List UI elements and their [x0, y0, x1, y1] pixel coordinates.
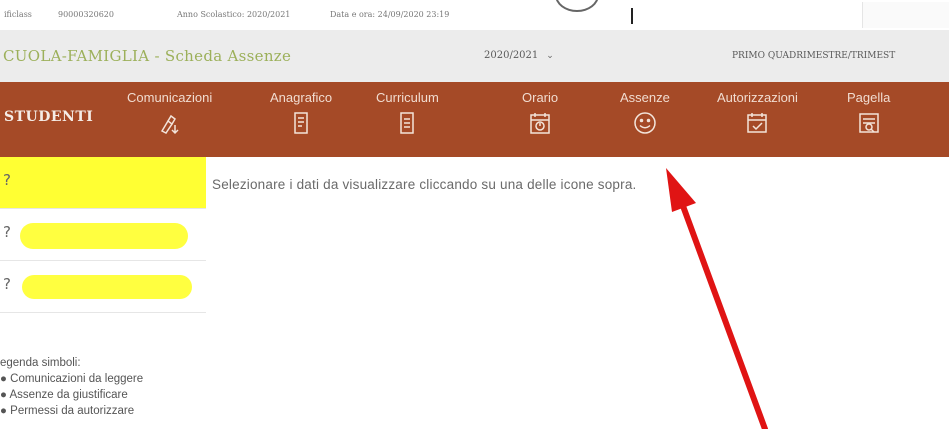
- redaction-highlight: [22, 275, 192, 299]
- nav-item-curriculum[interactable]: Curriculum: [376, 90, 439, 135]
- circle-button[interactable]: [555, 0, 599, 12]
- nav-item-label: Assenze: [620, 90, 670, 105]
- legend-item: ● Assenze da giustificare: [0, 389, 128, 401]
- school-year-select[interactable]: 2020/2021 ⌄: [484, 50, 554, 61]
- field-label: ificlass: [4, 10, 32, 19]
- nav-item-pagella[interactable]: Pagella: [847, 90, 890, 135]
- chevron-down-icon: ⌄: [546, 50, 554, 61]
- redaction-highlight: [20, 223, 188, 249]
- student-status-marker: ?: [3, 223, 11, 241]
- student-status-marker: ?: [3, 171, 11, 189]
- main-nav: STUDENTI Comunicazioni Anagrafico Curric…: [0, 82, 949, 157]
- report-card-icon: [855, 111, 883, 135]
- nav-item-label: Orario: [522, 90, 559, 105]
- legend-title: egenda simboli:: [0, 357, 81, 369]
- period-select[interactable]: PRIMO QUADRIMESTRE/TRIMEST: [732, 51, 895, 61]
- text-cursor: [631, 8, 633, 24]
- field-value: 90000320620: [58, 10, 114, 19]
- school-year-label: Anno Scolastico: 2020/2021: [177, 10, 291, 19]
- top-right-field[interactable]: [862, 2, 949, 28]
- nav-item-comunicazioni[interactable]: Comunicazioni: [127, 90, 212, 135]
- nav-item-assenze[interactable]: Assenze: [620, 90, 670, 135]
- page-title: CUOLA-FAMIGLIA - Scheda Assenze: [3, 47, 292, 65]
- calendar-check-icon: [743, 111, 771, 135]
- instruction-message: Selezionare i dati da visualizzare clicc…: [212, 177, 637, 192]
- student-status-marker: ?: [3, 275, 11, 293]
- communications-icon: [156, 111, 184, 135]
- registry-icon: [287, 111, 315, 135]
- brand-label: STUDENTI: [4, 109, 94, 125]
- nav-item-anagrafico[interactable]: Anagrafico: [270, 90, 332, 135]
- school-year-value: 2020/2021: [484, 50, 539, 61]
- timetable-icon: [526, 111, 554, 135]
- nav-item-label: Anagrafico: [270, 90, 333, 105]
- nav-item-label: Curriculum: [376, 90, 439, 105]
- permission-icon: ●: [0, 405, 11, 417]
- legend-item: ● Comunicazioni da leggere: [0, 373, 144, 385]
- unread-communication-icon: ●: [0, 373, 11, 385]
- nav-item-label: Autorizzazioni: [717, 90, 798, 105]
- nav-item-label: Comunicazioni: [127, 90, 213, 105]
- student-item[interactable]: ?: [0, 261, 206, 313]
- datetime-label: Data e ora: 24/09/2020 23:19: [330, 10, 450, 19]
- nav-item-orario[interactable]: Orario: [522, 90, 558, 135]
- smiley-icon: [631, 111, 659, 135]
- student-item[interactable]: ?: [0, 157, 206, 209]
- nav-item-label: Pagella: [847, 90, 891, 105]
- nav-item-autorizzazioni[interactable]: Autorizzazioni: [717, 90, 798, 135]
- title-bar: CUOLA-FAMIGLIA - Scheda Assenze 2020/202…: [0, 30, 949, 82]
- absence-icon: ●: [0, 389, 10, 401]
- symbols-legend: egenda simboli: ● Comunicazioni da legge…: [0, 355, 143, 419]
- legend-item: ● Permessi da autorizzare: [0, 405, 135, 417]
- student-item[interactable]: ?: [0, 209, 206, 261]
- curriculum-icon: [393, 111, 421, 135]
- top-info-bar: ificlass 90000320620 Anno Scolastico: 20…: [0, 0, 949, 30]
